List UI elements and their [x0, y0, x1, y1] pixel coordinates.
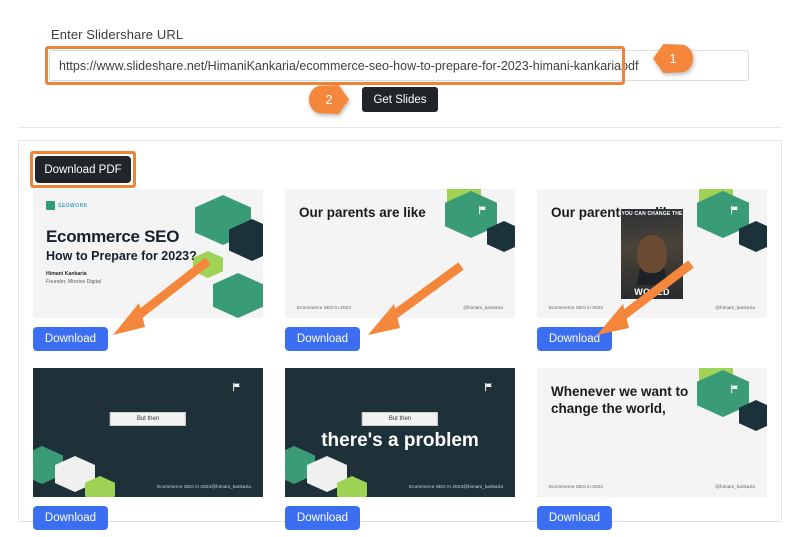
section-divider [18, 127, 782, 128]
slide-label-box: But then [109, 412, 187, 426]
slide-big-text: there's a problem [321, 430, 479, 451]
slide-thumbnail-1[interactable]: SEOWORK Ecommerce SEO How to Prepare for… [33, 189, 263, 318]
download-button[interactable]: Download [33, 327, 108, 351]
meme-top-text: YOU CAN CHANGE THE [621, 211, 683, 217]
slide-title: Whenever we want to change the world, [551, 384, 689, 416]
slide-footer-right: @himani_kankaria [715, 305, 755, 310]
slide-subheading: How to Prepare for 2023? [46, 249, 197, 263]
slide-footer-left: Ecommerce SEO in 2023 [157, 484, 211, 489]
slide-footer-right: @himani_kankaria [463, 484, 503, 489]
flag-icon [233, 382, 240, 392]
get-slides-button[interactable]: Get Slides [362, 87, 438, 112]
slide-author-role: Founder, Missive Digital [46, 279, 102, 285]
slide-footer-right: @himani_kankaria [211, 484, 251, 489]
download-button[interactable]: Download [537, 506, 612, 530]
meme-image: YOU CAN CHANGE THE WORLD [621, 209, 683, 299]
slide-label-box: But then [361, 412, 439, 426]
annotation-pin-2-number: 2 [325, 92, 333, 107]
slide-thumbnail-3[interactable]: Our parents are like YOU CAN CHANGE THE … [537, 189, 767, 318]
annotation-pin-2: 2 [309, 85, 349, 114]
url-field-label: Enter Slidershare URL [51, 27, 184, 42]
slide-footer-left: Ecommerce SEO in 2023 [297, 305, 351, 310]
download-button[interactable]: Download [285, 327, 360, 351]
get-slides-label: Get Slides [373, 93, 427, 106]
slide-card: Our parents are like Ecommerce SEO in 20… [285, 189, 515, 351]
slide-card: SEOWORK Ecommerce SEO How to Prepare for… [33, 189, 263, 351]
slide-card: But then there's a problem Ecommerce SEO… [285, 368, 515, 530]
slide-footer-right: @himani_kankaria [463, 305, 503, 310]
download-button-label: Download [44, 512, 97, 524]
download-pdf-label: Download PDF [44, 163, 122, 176]
slide-thumbnail-4[interactable]: But then Ecommerce SEO in 2023 @himani_k… [33, 368, 263, 497]
annotation-pin-1-number: 1 [669, 51, 677, 66]
download-pdf-button[interactable]: Download PDF [35, 156, 131, 183]
slide-card: Whenever we want to change the world, Ec… [537, 368, 767, 530]
slideshare-url-input[interactable] [49, 50, 749, 81]
flag-icon [731, 384, 738, 394]
app-page: Enter Slidershare URL Get Slides 1 2 Dow… [0, 0, 800, 537]
meme-bottom-text: WORLD [634, 287, 670, 297]
logo-mark-icon [46, 201, 55, 210]
flag-icon [731, 205, 738, 215]
slide-title: Our parents are like [299, 205, 426, 220]
slide-footer-left: Ecommerce SEO in 2023 [549, 484, 603, 489]
download-button-label: Download [548, 512, 601, 524]
slide-logo: SEOWORK [46, 201, 88, 210]
slide-footer-right: @himani_kankaria [715, 484, 755, 489]
flag-icon [479, 205, 486, 215]
flag-icon [485, 382, 492, 392]
annotation-pin-1: 1 [653, 44, 693, 73]
slide-card: Our parents are like YOU CAN CHANGE THE … [537, 189, 767, 351]
slide-card: But then Ecommerce SEO in 2023 @himani_k… [33, 368, 263, 530]
slide-thumbnail-6[interactable]: Whenever we want to change the world, Ec… [537, 368, 767, 497]
slide-grid: SEOWORK Ecommerce SEO How to Prepare for… [33, 189, 769, 530]
download-button[interactable]: Download [33, 506, 108, 530]
download-button[interactable]: Download [285, 506, 360, 530]
url-form-section: Enter Slidershare URL Get Slides 1 2 [0, 0, 800, 128]
slide-author-name: Himani Kankaria [46, 271, 87, 277]
slide-heading: Ecommerce SEO [46, 227, 180, 246]
download-button-label: Download [296, 333, 349, 345]
download-button[interactable]: Download [537, 327, 612, 351]
download-button-label: Download [44, 333, 97, 345]
results-panel: Download PDF SEOWORK Ecommerce SEO How t… [18, 140, 782, 530]
download-button-label: Download [296, 512, 349, 524]
slide-footer-left: Ecommerce SEO in 2023 [549, 305, 603, 310]
slide-logo-text: SEOWORK [58, 202, 88, 209]
slide-thumbnail-2[interactable]: Our parents are like Ecommerce SEO in 20… [285, 189, 515, 318]
slide-thumbnail-5[interactable]: But then there's a problem Ecommerce SEO… [285, 368, 515, 497]
download-button-label: Download [548, 333, 601, 345]
slide-footer-left: Ecommerce SEO in 2023 [409, 484, 463, 489]
